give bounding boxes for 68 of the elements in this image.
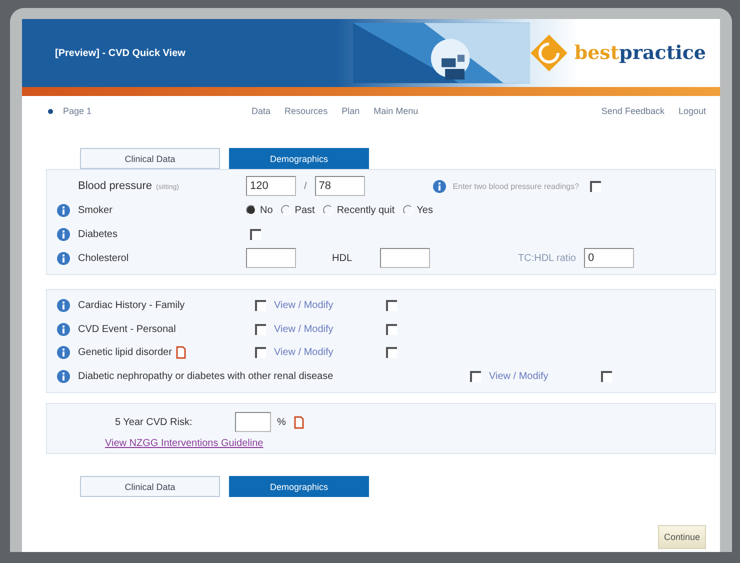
view-modify-link[interactable]: View / Modify — [274, 300, 374, 312]
view-modify-link[interactable]: View / Modify — [489, 370, 589, 382]
continue-button[interactable]: Continue — [658, 525, 706, 549]
question-label: Enter two blood pressure readings? — [452, 182, 580, 190]
input-field[interactable]: 120 — [246, 176, 296, 196]
checkbox[interactable] — [386, 347, 397, 358]
checkbox[interactable] — [255, 324, 266, 335]
checkbox[interactable] — [470, 370, 481, 382]
tab[interactable]: Clinical Data — [80, 148, 220, 169]
option-label: No — [260, 204, 273, 216]
window-title: [Preview] - CVD Quick View — [55, 48, 186, 58]
option-label: Past — [294, 204, 315, 216]
page-label: Page 1 — [63, 106, 92, 116]
logo-text: bestpractice — [574, 42, 706, 64]
radio-button[interactable] — [402, 205, 413, 215]
checkbox[interactable] — [386, 300, 397, 312]
nav-link[interactable]: Send Feedback — [601, 106, 664, 116]
nav-link[interactable]: Resources — [284, 106, 328, 116]
view-modify-link[interactable]: View / Modify — [274, 347, 374, 358]
radio-button[interactable] — [280, 205, 291, 215]
field-label: CVD Event - Personal — [78, 324, 176, 335]
field-label: Smoker — [78, 204, 114, 216]
field-label: Genetic lipid disorder — [78, 347, 172, 358]
checkbox[interactable] — [255, 347, 266, 358]
field-label: HDL — [332, 252, 354, 264]
input-field[interactable]: 0 — [584, 248, 634, 268]
option-label: Recently quit — [336, 204, 395, 216]
info-icon — [432, 180, 446, 192]
note-icon — [294, 416, 304, 428]
info-icon — [57, 204, 70, 216]
checkbox[interactable] — [590, 180, 602, 192]
checkbox[interactable] — [601, 370, 612, 382]
field-label: Diabetes — [78, 228, 118, 240]
guideline-link[interactable]: View NZGG Interventions Guideline — [105, 438, 264, 449]
option-label: Yes — [416, 204, 433, 216]
nav-link[interactable]: Data — [252, 106, 271, 116]
radio-button[interactable] — [322, 205, 333, 215]
radio-button[interactable] — [246, 205, 256, 215]
field-label: Cholesterol — [78, 252, 130, 264]
note-icon — [176, 346, 186, 360]
input-field[interactable]: 78 — [314, 176, 365, 196]
view-modify-link[interactable]: View / Modify — [274, 324, 374, 335]
separator: / — [304, 180, 307, 192]
field-label: Blood pressure — [78, 180, 152, 192]
nav-link[interactable]: Logout — [678, 106, 706, 116]
checkbox[interactable] — [386, 324, 397, 335]
nav-link[interactable]: Plan — [342, 106, 360, 116]
info-icon — [57, 322, 70, 336]
tab[interactable]: Clinical Data — [80, 476, 220, 497]
info-icon — [57, 370, 70, 383]
info-icon — [57, 252, 70, 264]
tab[interactable]: Demographics — [229, 148, 369, 169]
unit-label: % — [277, 416, 286, 428]
checkbox[interactable] — [255, 300, 266, 312]
info-icon — [57, 346, 70, 360]
info-icon — [57, 299, 70, 312]
input-field[interactable] — [380, 248, 430, 268]
info-icon — [57, 228, 70, 240]
nav-link[interactable]: Main Menu — [374, 106, 418, 116]
input-field[interactable] — [246, 248, 296, 268]
field-label: TC:HDL ratio — [518, 252, 576, 264]
field-label: Diabetic nephropathy or diabetes with other renal disease — [78, 370, 334, 382]
checkbox[interactable] — [250, 228, 261, 240]
bullet-icon — [48, 108, 53, 114]
field-label: 5 Year CVD Risk: — [115, 416, 194, 428]
tab[interactable]: Demographics — [229, 476, 369, 497]
input-field[interactable] — [235, 412, 271, 432]
field-label: Cardiac History - Family — [78, 300, 185, 312]
